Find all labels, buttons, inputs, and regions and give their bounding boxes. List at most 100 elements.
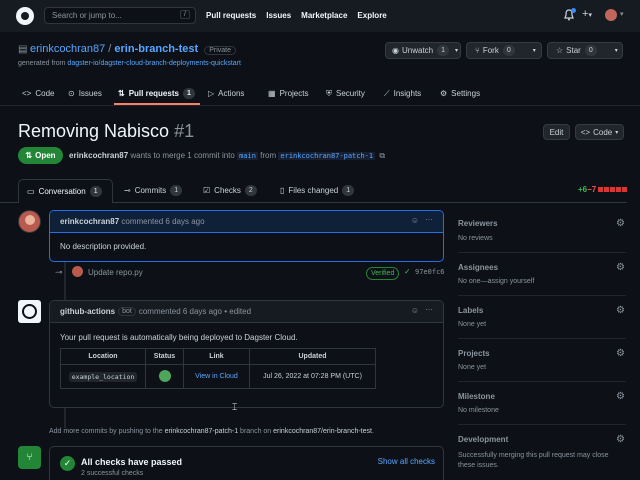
bell-icon[interactable] [564, 8, 576, 21]
pr-tab-checks[interactable]: ☑ Checks 2 [203, 185, 257, 196]
pr-tab-commits[interactable]: ⊸ Commits 1 [124, 185, 183, 196]
comment1-author[interactable]: erinkcochran87 [60, 217, 119, 226]
template-repo-link[interactable]: dagster-io/dagster-cloud-branch-deployme… [67, 60, 241, 67]
verified-badge[interactable]: Verified [366, 267, 400, 280]
kebab-menu-icon[interactable]: ··· [425, 305, 433, 314]
sidebar-assignees-value[interactable]: No one—assign yourself [458, 278, 534, 285]
commit-message[interactable]: Update repo.py [88, 268, 143, 277]
comment1-box: erinkcochran87 commented 6 days ago ☺ ··… [49, 210, 444, 262]
deploy-col-link: Link [183, 348, 250, 365]
comment1-meta: commented 6 days ago [121, 217, 205, 226]
kebab-menu-icon[interactable]: ··· [425, 215, 433, 224]
sidebar-milestone-heading[interactable]: Milestone [458, 392, 495, 401]
code-icon: <> [580, 127, 591, 137]
development-gear-icon[interactable]: ⚙ [616, 435, 626, 445]
pr-tab-label: Conversation [38, 187, 86, 196]
edit-button[interactable]: Edit [543, 124, 570, 140]
pr-tab-count: 1 [342, 185, 355, 196]
pr-meta: erinkcochran87 wants to merge 1 commit i… [69, 151, 385, 161]
pr-state-badge: ⇅ Open [18, 147, 63, 164]
tab-label: Pull requests [128, 89, 179, 98]
copy-icon[interactable]: ⧉ [379, 151, 385, 160]
tab-actions[interactable]: ▷ Actions [208, 88, 268, 99]
unwatch-button[interactable]: ◉ Unwatch 1 ▾ [385, 42, 461, 59]
projects-gear-icon[interactable]: ⚙ [616, 349, 626, 359]
show-all-checks-link[interactable]: Show all checks [378, 457, 435, 466]
view-in-cloud-link[interactable]: View in Cloud [195, 373, 238, 380]
eye-icon: ◉ [392, 46, 399, 55]
pr-tab-count: 1 [170, 185, 183, 196]
sidebar-labels-heading[interactable]: Labels [458, 306, 483, 315]
star-count: 0 [584, 45, 597, 56]
avatar-chevron-down-icon[interactable]: ▾ [620, 10, 624, 18]
reviewers-gear-icon[interactable]: ⚙ [616, 219, 626, 229]
deploy-table: Location Status Link Updated example_loc… [60, 348, 376, 389]
tab-settings[interactable]: ⚙ Settings [440, 88, 500, 99]
smiley-icon[interactable]: ☺ [411, 306, 419, 315]
repo-owner-link[interactable]: erinkcochran87 [30, 43, 105, 55]
tab-issues[interactable]: ⊙ Issues [68, 88, 118, 99]
search-placeholder: Search or jump to... [52, 11, 122, 20]
base-branch[interactable]: main [237, 152, 258, 160]
user-avatar[interactable] [605, 9, 617, 21]
sidebar-labels-value: None yet [458, 321, 487, 328]
push-note-branch[interactable]: erinkcochran87-patch-1 [165, 428, 239, 435]
github-logo-icon[interactable] [16, 7, 34, 25]
tab-label: Issues [78, 89, 102, 98]
tab-label: Security [336, 89, 365, 98]
star-button[interactable]: ☆ Star 0 ▾ [547, 42, 623, 59]
repo-name-link[interactable]: erin-branch-test [114, 43, 198, 55]
nav-issues[interactable]: Issues [266, 11, 291, 20]
tab-pull-requests[interactable]: ⇅ Pull requests 1 [118, 88, 208, 99]
comment2-author[interactable]: github-actions [60, 307, 115, 316]
fork-label: Fork [482, 46, 499, 55]
pr-title: Removing Nabisco [18, 121, 170, 141]
push-note-repo[interactable]: erinkcochran87/erin-branch-test [273, 428, 372, 435]
pr-number: #1 [174, 121, 195, 141]
pr-tab-files-changed[interactable]: ▯ Files changed 1 [280, 185, 355, 196]
commit-avatar[interactable] [72, 266, 83, 277]
search-input[interactable]: Search or jump to... / [44, 7, 196, 24]
tab-code[interactable]: <> Code [22, 88, 68, 99]
sidebar-projects-heading[interactable]: Projects [458, 349, 490, 358]
tab-security[interactable]: ⛨ Security [326, 88, 384, 99]
pr-meta-text: wants to merge 1 commit into [128, 151, 238, 160]
sidebar-development-value: Successfully merging this pull request m… [458, 452, 609, 469]
nav-explore[interactable]: Explore [357, 11, 386, 20]
comment1-avatar[interactable] [18, 210, 41, 233]
milestone-gear-icon[interactable]: ⚙ [616, 392, 626, 402]
assignees-gear-icon[interactable]: ⚙ [616, 263, 626, 273]
unwatch-count: 1 [437, 45, 450, 56]
code-button[interactable]: <> Code ▾ [575, 124, 624, 140]
sidebar-assignees-heading[interactable]: Assignees [458, 263, 498, 272]
pr-tab-conversation[interactable]: ▭ Conversation 1 [18, 179, 113, 203]
nav-marketplace[interactable]: Marketplace [301, 11, 347, 20]
chevron-down-icon: ▾ [532, 48, 536, 54]
global-nav: Pull requests Issues Marketplace Explore [206, 11, 387, 20]
pr-tabs-divider [113, 202, 627, 203]
issue-icon: ⊙ [68, 89, 75, 98]
fork-button[interactable]: ⑂ Fork 0 ▾ [466, 42, 542, 59]
check-icon[interactable]: ✓ [404, 267, 411, 276]
tab-projects[interactable]: ▦ Projects [268, 88, 326, 99]
repo-path-slash: / [108, 43, 112, 55]
repo-tabs-divider [0, 105, 640, 106]
nav-pull-requests[interactable]: Pull requests [206, 11, 256, 20]
push-note-pre: Add more commits by pushing to the [49, 428, 165, 435]
labels-gear-icon[interactable]: ⚙ [616, 306, 626, 316]
fork-count: 0 [502, 45, 515, 56]
pr-meta-author[interactable]: erinkcochran87 [69, 151, 128, 160]
sidebar-reviewers-heading[interactable]: Reviewers [458, 219, 498, 228]
comment2-box: github-actions bot commented 6 days ago … [49, 300, 444, 408]
tab-label: Projects [279, 89, 309, 98]
sidebar-development-heading[interactable]: Development [458, 435, 508, 444]
tab-insights[interactable]: ⟋ Insights [384, 88, 440, 99]
smiley-icon[interactable]: ☺ [411, 216, 419, 225]
bot-avatar[interactable] [18, 300, 41, 323]
create-new-icon[interactable]: +▾ [582, 8, 592, 20]
pr-tabs-divider-left [0, 202, 18, 203]
comment1-header: erinkcochran87 commented 6 days ago ☺ ··… [50, 211, 443, 233]
commit-sha[interactable]: 97e0fc6 [415, 268, 445, 276]
commit-icon: ⊸ [124, 186, 131, 195]
head-branch[interactable]: erinkcochran87-patch-1 [278, 152, 376, 160]
